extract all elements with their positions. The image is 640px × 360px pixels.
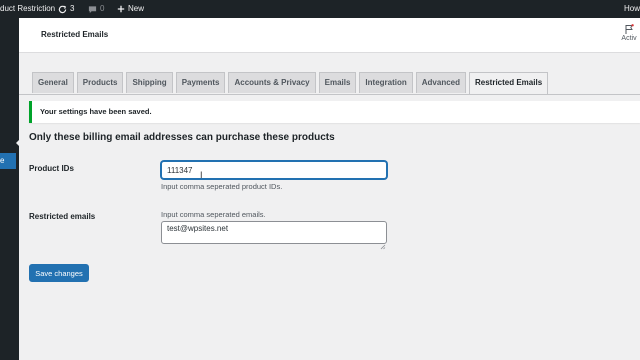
tab-restricted-emails[interactable]: Restricted Emails: [469, 72, 549, 94]
updates-link[interactable]: 3: [58, 0, 74, 18]
product-ids-label: Product IDs: [29, 164, 74, 173]
howdy-account-link[interactable]: How: [624, 0, 640, 18]
restricted-emails-textarea[interactable]: test@wpsites.net: [161, 221, 387, 244]
tabs-divider: [19, 94, 640, 95]
activity-label: Activ: [621, 35, 637, 42]
tab-general[interactable]: General: [32, 72, 74, 93]
tab-accounts-privacy[interactable]: Accounts & Privacy: [228, 72, 316, 93]
product-ids-input[interactable]: [161, 161, 387, 179]
sidebar-item-active[interactable]: e: [0, 153, 16, 169]
settings-saved-notice: Your settings have been saved.: [29, 101, 640, 123]
page-header: Restricted Emails Activ: [19, 18, 640, 53]
site-name-link[interactable]: duct Restriction: [0, 0, 55, 18]
sidebar-active-arrow: [16, 137, 22, 149]
tab-products[interactable]: Products: [76, 72, 124, 93]
flag-icon: [618, 24, 640, 34]
text-cursor-icon: I: [200, 170, 203, 180]
comment-icon: [88, 5, 97, 14]
section-heading: Only these billing email addresses can p…: [29, 132, 335, 143]
restricted-emails-description: Input comma seperated emails.: [161, 210, 266, 219]
product-ids-description: Input comma seperated product IDs.: [161, 182, 283, 191]
comments-link[interactable]: 0: [88, 0, 104, 18]
tab-emails[interactable]: Emails: [318, 72, 357, 93]
tab-integration[interactable]: Integration: [359, 72, 413, 93]
resize-handle-icon[interactable]: [380, 237, 386, 255]
comments-count: 0: [100, 4, 105, 13]
restricted-emails-label: Restricted emails: [29, 212, 96, 221]
admin-bar: duct Restriction 3 0 New How: [0, 0, 640, 18]
new-content-link[interactable]: New: [117, 0, 144, 18]
plus-icon: [117, 5, 125, 13]
activity-button[interactable]: Activ: [618, 24, 640, 42]
tab-payments[interactable]: Payments: [175, 72, 226, 93]
refresh-icon: [58, 5, 67, 14]
notice-text: Your settings have been saved.: [40, 107, 152, 116]
tab-advanced[interactable]: Advanced: [415, 72, 466, 93]
updates-count: 3: [70, 4, 75, 13]
page-title: Restricted Emails: [41, 30, 109, 39]
admin-sidebar: e: [0, 18, 19, 360]
new-label: New: [128, 4, 145, 13]
save-changes-button[interactable]: Save changes: [29, 264, 89, 282]
tab-shipping[interactable]: Shipping: [126, 72, 173, 93]
settings-tabs: General Products Shipping Payments Accou…: [32, 72, 549, 94]
